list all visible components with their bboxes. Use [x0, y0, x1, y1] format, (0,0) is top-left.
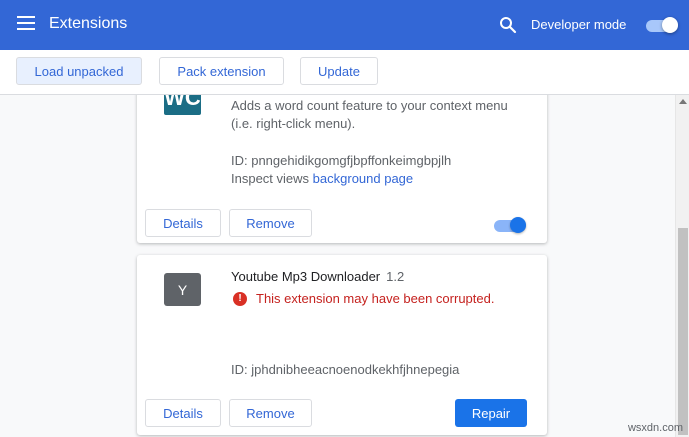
extension-name-row: Youtube Mp3 Downloader 1.2 — [231, 269, 404, 284]
extension-id: ID: jphdnibheeacnoenodkekhfjhnepegia — [231, 362, 460, 377]
load-unpacked-button[interactable]: Load unpacked — [16, 57, 142, 85]
error-icon: ! — [233, 291, 247, 306]
details-button[interactable]: Details — [145, 399, 221, 427]
extension-icon: WC — [164, 95, 201, 115]
details-button[interactable]: Details — [145, 209, 221, 237]
extension-card: WC Adds a word count feature to your con… — [137, 95, 547, 243]
extension-name: Youtube Mp3 Downloader — [231, 269, 381, 284]
scroll-up-arrow-icon[interactable] — [679, 99, 687, 104]
extension-id: ID: pnngehidikgomgfjbpffonkeimgbpjlh — [231, 153, 452, 168]
menu-icon[interactable] — [17, 16, 35, 32]
developer-mode-label: Developer mode — [531, 17, 627, 32]
toggle-knob — [510, 217, 526, 233]
error-text: This extension may have been corrupted. — [256, 291, 495, 306]
developer-toolbar: Load unpacked Pack extension Update — [0, 50, 689, 95]
extensions-list: WC Adds a word count feature to your con… — [0, 95, 675, 437]
description-line: Adds a word count feature to your contex… — [231, 98, 508, 113]
app-header: Extensions Developer mode — [0, 0, 689, 50]
watermark: wsxdn.com — [627, 422, 683, 434]
error-message: ! This extension may have been corrupted… — [233, 291, 494, 306]
repair-button[interactable]: Repair — [455, 399, 527, 427]
remove-button[interactable]: Remove — [229, 209, 312, 237]
search-icon[interactable] — [499, 16, 517, 34]
vertical-scrollbar[interactable] — [675, 95, 689, 437]
extension-icon: Y — [164, 273, 201, 306]
update-button[interactable]: Update — [300, 57, 378, 85]
remove-button[interactable]: Remove — [229, 399, 312, 427]
background-page-link[interactable]: background page — [313, 171, 413, 186]
page-title: Extensions — [49, 15, 128, 32]
inspect-views: Inspect views background page — [231, 171, 413, 186]
extension-version: 1.2 — [386, 269, 405, 284]
scroll-thumb[interactable] — [678, 228, 688, 435]
extension-description: Adds a word count feature to your contex… — [231, 97, 508, 133]
toggle-knob — [662, 17, 678, 33]
developer-mode-toggle[interactable] — [646, 15, 680, 35]
description-line: (i.e. right-click menu). — [231, 116, 356, 131]
inspect-views-label: Inspect views — [231, 171, 310, 186]
pack-extension-button[interactable]: Pack extension — [159, 57, 284, 85]
extension-enable-toggle[interactable] — [494, 215, 528, 235]
extension-card: Y Youtube Mp3 Downloader 1.2 ! This exten… — [137, 255, 547, 435]
